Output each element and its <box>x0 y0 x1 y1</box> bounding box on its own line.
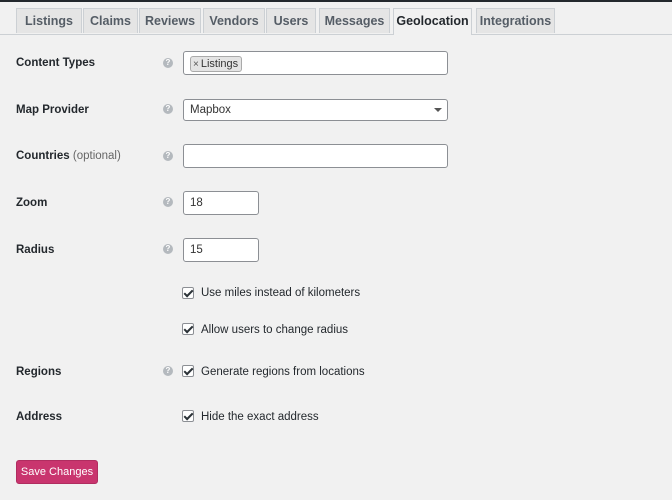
tab-listings[interactable]: Listings <box>16 8 82 33</box>
help-icon[interactable]: ? <box>163 197 173 207</box>
tab-users[interactable]: Users <box>266 8 316 33</box>
allow-radius-label: Allow users to change radius <box>201 324 349 336</box>
address-option-label: Hide the exact address <box>201 411 319 423</box>
tab-vendors[interactable]: Vendors <box>203 8 265 33</box>
tab-claims[interactable]: Claims <box>83 8 138 33</box>
tag-label: Listings <box>200 58 239 70</box>
map-provider-label: Map Provider <box>16 104 89 116</box>
radius-input[interactable]: 15 <box>183 238 259 262</box>
tab-geolocation[interactable]: Geolocation <box>393 8 472 35</box>
countries-label-text: Countries <box>16 150 70 162</box>
radius-value: 15 <box>190 244 203 256</box>
tag-chip: × Listings <box>190 56 243 72</box>
remove-tag-icon[interactable]: × <box>193 59 199 70</box>
allow-radius-checkbox[interactable] <box>182 323 194 335</box>
regions-label: Regions <box>16 366 62 378</box>
radius-label: Radius <box>16 244 55 256</box>
help-icon[interactable]: ? <box>163 58 173 68</box>
chevron-down-icon <box>434 108 442 112</box>
use-miles-label: Use miles instead of kilometers <box>201 287 361 299</box>
tab-messages[interactable]: Messages <box>319 8 390 33</box>
zoom-value: 18 <box>190 197 203 209</box>
map-provider-value: Mapbox <box>190 104 231 116</box>
help-icon[interactable]: ? <box>163 151 173 161</box>
content-types-input[interactable]: × Listings <box>183 51 448 75</box>
address-label: Address <box>16 411 63 423</box>
countries-optional-note: (optional) <box>72 150 121 162</box>
tab-integrations[interactable]: Integrations <box>476 8 555 33</box>
save-changes-button[interactable]: Save Changes <box>16 460 98 484</box>
countries-input[interactable] <box>183 144 448 168</box>
map-provider-select[interactable]: Mapbox <box>183 99 448 121</box>
help-icon[interactable]: ? <box>163 104 173 114</box>
countries-label: Countries (optional) <box>16 150 121 162</box>
help-icon[interactable]: ? <box>163 366 173 376</box>
address-checkbox[interactable] <box>182 410 194 422</box>
tab-reviews[interactable]: Reviews <box>139 8 201 33</box>
zoom-input[interactable]: 18 <box>183 191 259 215</box>
zoom-label: Zoom <box>16 197 48 209</box>
help-icon[interactable]: ? <box>163 244 173 254</box>
settings-tabs: Listings Claims Reviews Vendors Users Me… <box>0 6 672 35</box>
regions-option-label: Generate regions from locations <box>201 366 365 378</box>
top-border <box>0 0 672 2</box>
use-miles-checkbox[interactable] <box>182 287 194 299</box>
regions-checkbox[interactable] <box>182 365 194 377</box>
content-types-label: Content Types <box>16 57 96 69</box>
